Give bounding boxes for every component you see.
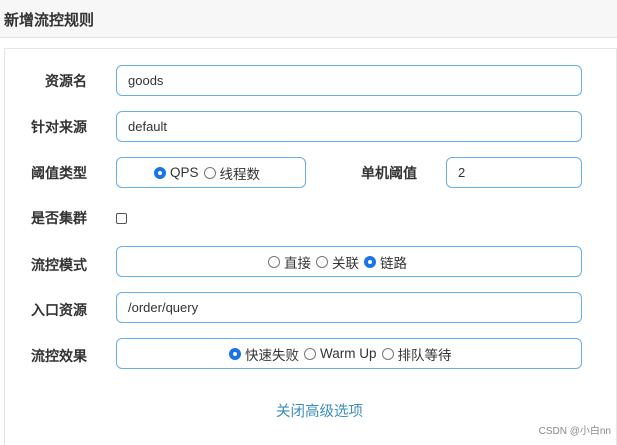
radio-label: 排队等待 [397, 347, 452, 363]
radio-label: 关联 [332, 255, 359, 271]
dialog-title: 新增流控规则 [4, 12, 95, 29]
ref-resource-input[interactable] [116, 292, 582, 323]
radio-label: QPS [170, 165, 199, 180]
single-threshold-label: 单机阈值 [361, 165, 417, 181]
radio-label: 直接 [284, 255, 311, 271]
radio-chain[interactable]: 链路 [364, 252, 407, 272]
resource-name-input[interactable] [116, 65, 582, 96]
threshold-type-group: QPS 线程数 [116, 157, 306, 188]
radio-qps[interactable]: QPS [154, 165, 199, 180]
limit-app-input[interactable] [116, 111, 582, 142]
strategy-label: 流控模式 [31, 257, 87, 273]
radio-indicator [316, 255, 328, 268]
radio-thread-count[interactable]: 线程数 [203, 163, 261, 183]
radio-indicator [304, 347, 316, 360]
ref-resource-label: 入口资源 [31, 302, 87, 318]
radio-label: 快速失败 [245, 347, 299, 363]
close-advanced-options-link[interactable]: 关闭高级选项 [276, 400, 363, 421]
cluster-mode-checkbox[interactable] [116, 213, 127, 224]
radio-indicator [364, 255, 376, 268]
radio-indicator [203, 166, 216, 179]
rule-form: 资源名 针对来源 阈值类型 QPS 线程数 单机阈值 是否集群 流控模式 直接 [4, 48, 617, 445]
limit-app-label: 针对来源 [31, 119, 87, 135]
control-behavior-group: 快速失败 Warm Up 排队等待 [116, 338, 582, 369]
radio-indicator [381, 347, 394, 360]
radio-indicator [154, 166, 166, 179]
radio-direct[interactable]: 直接 [268, 252, 311, 272]
radio-label: 线程数 [219, 166, 261, 182]
dialog-header: 新增流控规则 [0, 0, 617, 38]
radio-warm-up[interactable]: Warm Up [304, 346, 377, 361]
radio-label: Warm Up [320, 346, 377, 361]
resource-name-label: 资源名 [45, 73, 87, 89]
cluster-mode-label: 是否集群 [31, 210, 87, 226]
radio-label: 链路 [380, 255, 407, 271]
radio-fast-fail[interactable]: 快速失败 [229, 344, 299, 364]
radio-queue[interactable]: 排队等待 [381, 344, 452, 364]
watermark: CSDN @小白nn [538, 426, 611, 437]
threshold-type-label: 阈值类型 [31, 165, 87, 181]
radio-relate[interactable]: 关联 [316, 252, 359, 272]
single-threshold-input[interactable] [446, 157, 582, 188]
radio-indicator [268, 255, 280, 268]
control-behavior-label: 流控效果 [31, 348, 87, 364]
radio-indicator [229, 347, 241, 360]
strategy-group: 直接 关联 链路 [116, 246, 582, 277]
